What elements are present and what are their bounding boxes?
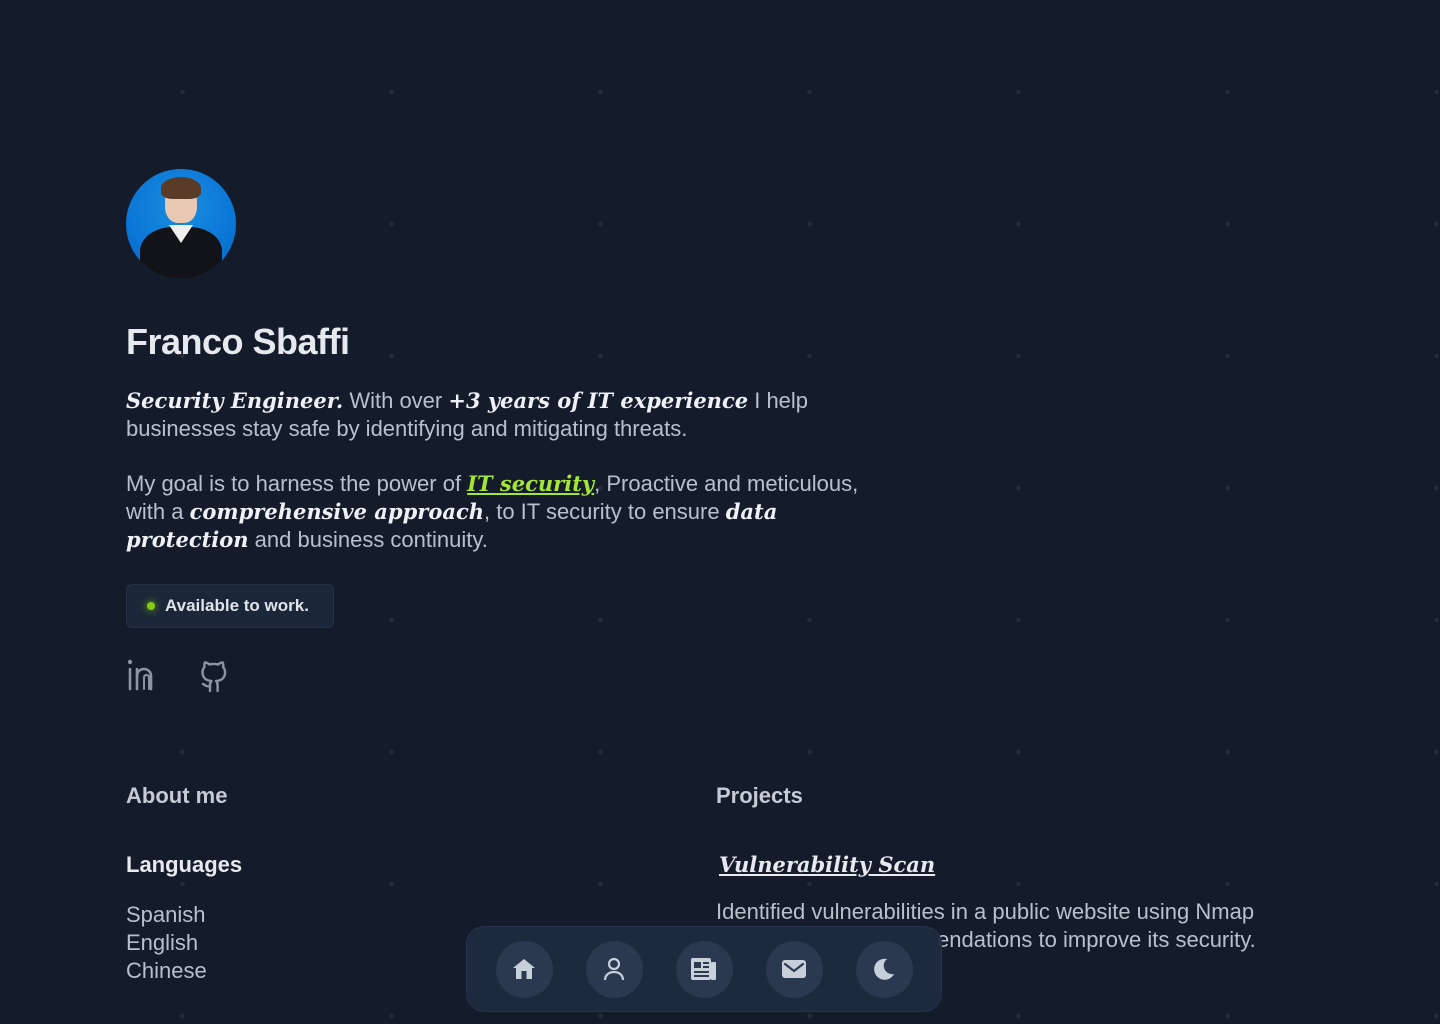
about-title: About me [126,783,228,808]
home-icon [513,959,535,979]
bio-approach: comprehensive approach [189,499,484,524]
newspaper-icon [691,958,716,980]
github-icon [201,661,227,693]
github-link[interactable] [198,658,232,694]
status-badge: Available to work. [126,584,334,628]
mail-icon [782,960,806,978]
bio-text: and business continuity. [248,527,488,552]
profile-name: Franco Sbaffi [126,321,350,362]
bio: Security Engineer. With over +3 years of… [126,387,866,554]
linkedin-icon [127,659,153,691]
list-item: Spanish [126,902,206,927]
it-security-link[interactable]: IT security [467,471,594,496]
bio-paragraph-2: My goal is to harness the power of IT se… [126,470,866,554]
user-icon [603,957,625,981]
languages-title: Languages [126,852,243,877]
bio-text: With over [343,388,449,413]
avatar-hair [161,177,201,199]
projects-button[interactable] [675,940,733,998]
project-link-vulnerability-scan[interactable]: Vulnerability Scan [719,851,1316,879]
page: Franco Sbaffi Security Engineer. With ov… [0,0,1440,1024]
linkedin-link[interactable] [126,658,162,694]
bio-role: Security Engineer. [126,388,344,413]
projects-title: Projects [716,783,803,808]
bottom-dock [466,926,942,1012]
bio-experience: +3 years of IT experience [448,388,749,413]
home-button[interactable] [495,940,553,998]
status-dot-icon [147,602,155,610]
hero-section: Franco Sbaffi Security Engineer. With ov… [126,169,886,694]
avatar [126,169,236,279]
bio-text: My goal is to harness the power of [126,471,468,496]
social-links [126,658,886,694]
moon-icon [874,958,894,980]
theme-toggle-button[interactable] [855,940,913,998]
project-description-line: Identified vulnerabilities in a public w… [716,899,1255,924]
bio-text: , to IT security to ensure [484,499,726,524]
bio-paragraph-1: Security Engineer. With over +3 years of… [126,387,866,443]
status-label: Available to work. [165,596,309,615]
contact-button[interactable] [765,940,823,998]
about-button[interactable] [585,940,643,998]
